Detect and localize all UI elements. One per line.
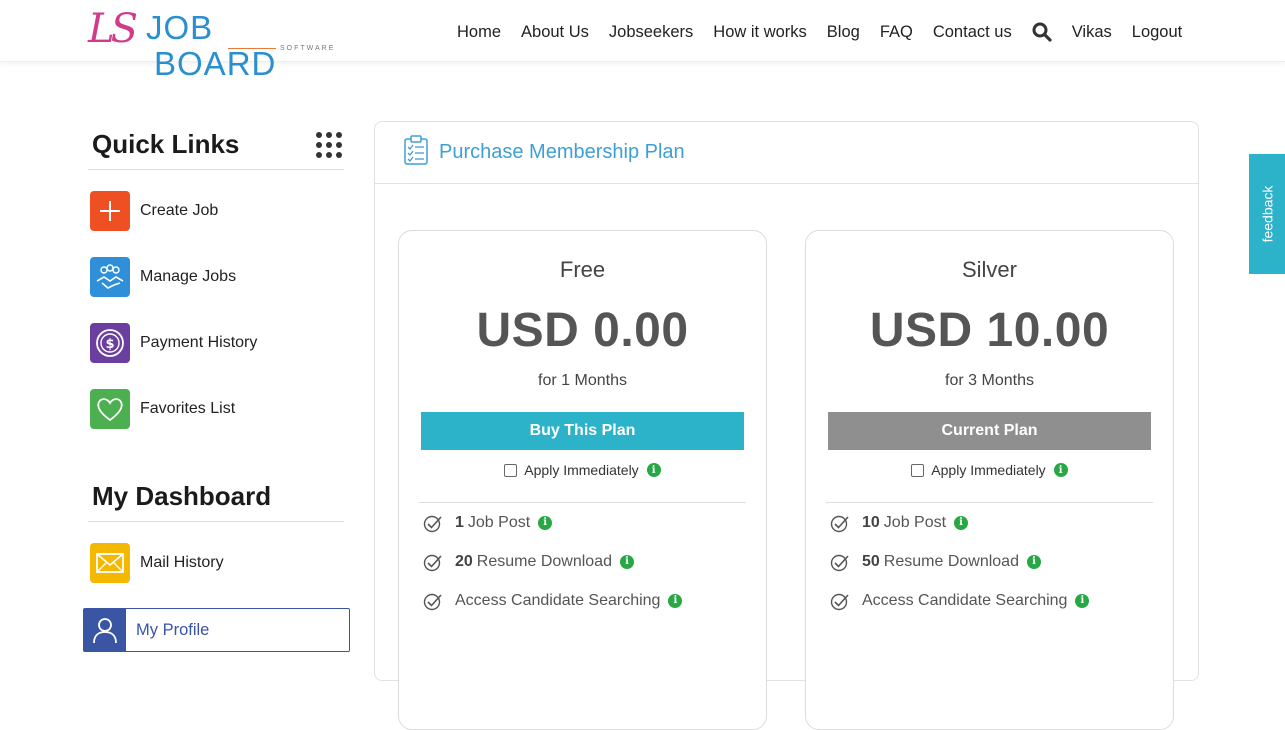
plan-feature: 50 Resume Download i [830,542,1173,581]
plan-card-silver: Silver USD 10.00 for 3 Months Current Pl… [805,230,1174,730]
feature-text: Access Candidate Searching [862,591,1068,609]
info-icon[interactable]: i [538,515,553,530]
feedback-label: feedback [1259,185,1276,243]
check-circle-icon [423,515,442,532]
sidebar-item-mail-history[interactable]: Mail History [88,530,350,596]
apply-immediately-row: Apply Immediately i [806,462,1173,478]
feature-count: 20 [455,552,473,570]
user-icon [84,609,126,651]
logo-mark: LS [88,6,138,52]
clipboard-checklist-icon [403,135,429,170]
feature-text: Job Post [467,513,531,531]
main-nav: Home About Us Jobseekers How it works Bl… [457,20,1202,44]
sidebar-item-create-job[interactable]: Create Job [88,178,350,244]
apply-immediately-label[interactable]: Apply Immediately [524,462,638,478]
sidebar-item-label: Create Job [140,202,219,219]
logo-subtitle: SOFTWARE [280,45,336,52]
plan-card-free: Free USD 0.00 for 1 Months Buy This Plan… [398,230,767,730]
plan-feature: Access Candidate Searching i [830,581,1173,620]
plan-price: USD 10.00 [869,304,1110,357]
grid-menu-icon[interactable] [316,131,342,158]
sidebar-item-favorites-list[interactable]: Favorites List [88,376,350,442]
plan-price: USD 0.00 [476,304,689,357]
sidebar-item-label: Favorites List [140,400,236,417]
envelope-icon [90,543,130,583]
feature-text: Job Post [883,513,947,531]
plus-icon [90,191,130,231]
feature-count: 50 [862,552,880,570]
sidebar-item-label: My Profile [136,620,210,639]
sidebar-item-manage-jobs[interactable]: Manage Jobs [88,244,350,310]
heart-icon [90,389,130,429]
check-circle-icon [830,515,849,532]
dashboard-heading: My Dashboard [88,472,344,522]
quick-links-heading: Quick Links [88,120,344,170]
nav-blog[interactable]: Blog [827,23,860,42]
dashboard-title: My Dashboard [92,481,272,511]
info-icon[interactable]: i [619,554,634,569]
apply-immediately-label[interactable]: Apply Immediately [931,462,1045,478]
info-icon[interactable]: i [954,515,969,530]
plan-feature: Access Candidate Searching i [423,581,766,620]
plan-feature: 1 Job Post i [423,503,766,542]
panel-title: Purchase Membership Plan [439,141,685,163]
check-circle-icon [423,554,442,571]
logo-board-text: BOARD [154,45,277,82]
sidebar: Quick Links Create Job Manage Jobs $ Pay… [83,120,350,652]
check-circle-icon [423,593,442,610]
apply-immediately-checkbox[interactable] [911,463,925,477]
job-board-logo[interactable]: LS JOB BOARD SOFTWARE [88,6,348,82]
info-icon[interactable]: i [1075,593,1090,608]
logo-underline [228,48,276,49]
check-circle-icon [830,593,849,610]
info-icon[interactable]: i [1026,554,1041,569]
nav-logout[interactable]: Logout [1132,23,1182,42]
nav-how-it-works[interactable]: How it works [713,23,807,42]
plan-name: Free [559,257,606,282]
feature-count: 1 [455,513,464,531]
nav-contact-us[interactable]: Contact us [933,23,1012,42]
top-header: LS JOB BOARD SOFTWARE Home About Us Jobs… [0,0,1285,82]
current-plan-button[interactable]: Current Plan [828,412,1151,450]
sidebar-item-payment-history[interactable]: $ Payment History [88,310,350,376]
sidebar-item-my-profile[interactable]: My Profile [83,608,350,652]
info-icon[interactable]: i [646,463,661,477]
plan-name: Silver [961,257,1017,282]
sidebar-item-label: Payment History [140,334,258,351]
check-circle-icon [830,554,849,571]
nav-faq[interactable]: FAQ [880,23,913,42]
panel-header: Purchase Membership Plan [375,122,1198,184]
quick-links-title: Quick Links [92,129,240,159]
apply-immediately-checkbox[interactable] [504,463,518,477]
nav-about-us[interactable]: About Us [521,23,589,42]
plan-feature: 20 Resume Download i [423,542,766,581]
info-icon[interactable]: i [1053,463,1068,477]
nav-home[interactable]: Home [457,23,501,42]
logo-job-text: JOB [146,9,214,46]
search-icon[interactable] [1032,22,1052,42]
feature-text: Access Candidate Searching [455,591,661,609]
sidebar-item-label: Manage Jobs [140,268,237,285]
nav-jobseekers[interactable]: Jobseekers [609,23,693,42]
dollar-coin-icon: $ [90,323,130,363]
plan-feature: 10 Job Post i [830,503,1173,542]
feature-text: Resume Download [476,552,612,570]
feature-count: 10 [862,513,880,531]
feedback-tab[interactable]: feedback [1249,154,1285,274]
plan-duration: for 3 Months [945,372,1034,389]
sidebar-item-label: Mail History [140,554,224,571]
membership-panel: Purchase Membership Plan Free USD 0.00 f… [374,121,1199,730]
buy-plan-button[interactable]: Buy This Plan [421,412,744,450]
apply-immediately-row: Apply Immediately i [399,462,766,478]
plan-duration: for 1 Months [538,372,627,389]
svg-text:$: $ [105,337,114,352]
nav-user-name[interactable]: Vikas [1072,23,1112,42]
handshake-icon [90,257,130,297]
info-icon[interactable]: i [668,593,683,608]
feature-text: Resume Download [883,552,1019,570]
